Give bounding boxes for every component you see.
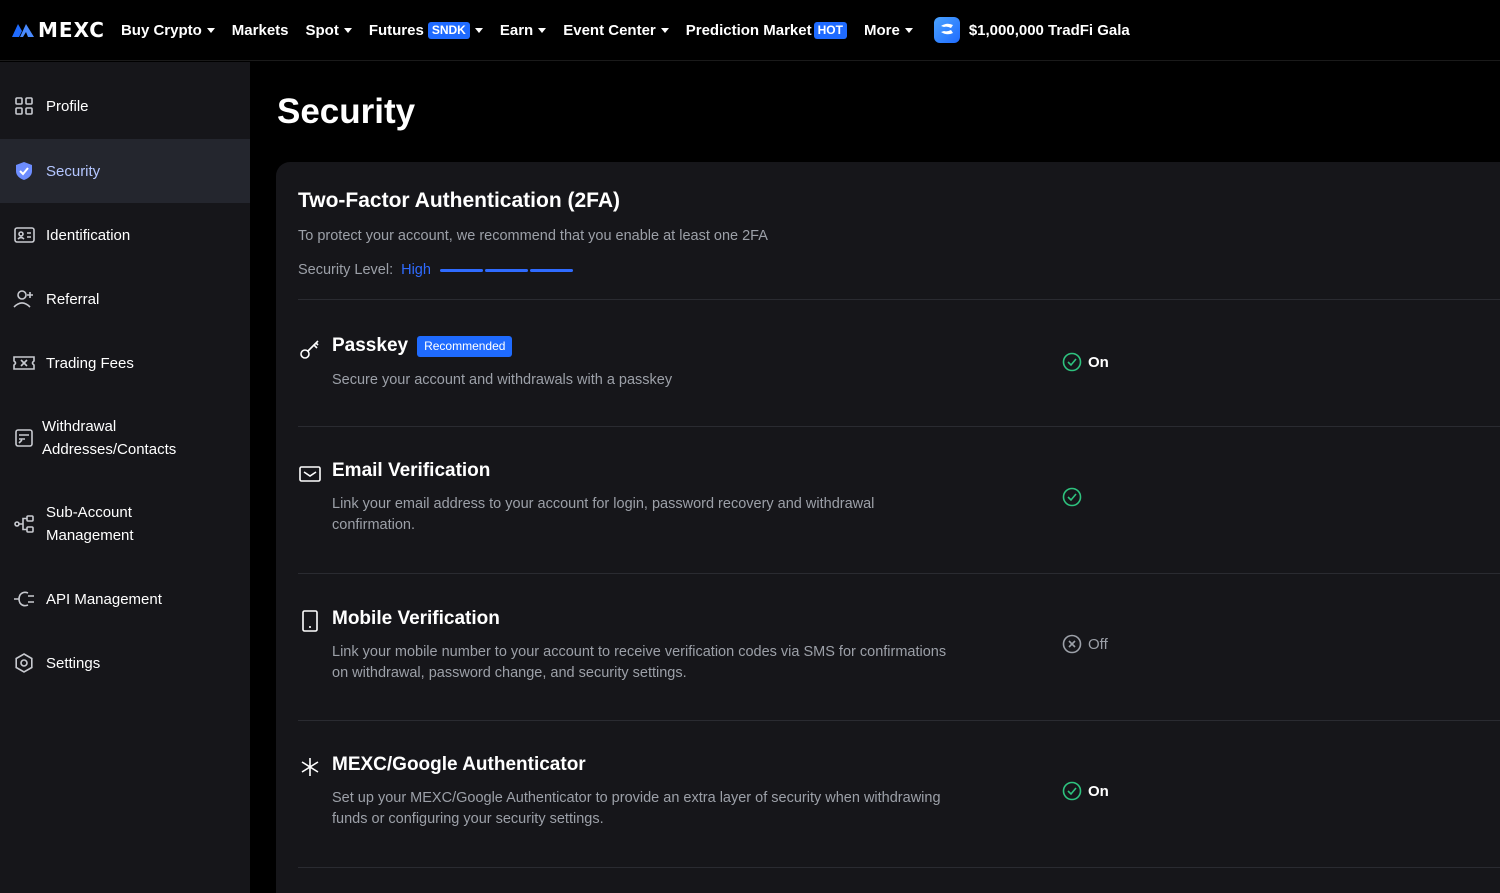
chevron-down-icon	[660, 27, 669, 33]
passkey-row[interactable]: Passkey Recommended Secure your account …	[298, 300, 1500, 426]
nav-buy-crypto[interactable]: Buy Crypto	[121, 22, 215, 39]
security-level: Security Level: High	[298, 262, 575, 278]
security-level-label: Security Level:	[298, 262, 394, 278]
hot-badge: HOT	[813, 21, 847, 39]
recommended-badge: Recommended	[417, 335, 513, 357]
sidebar-item-api-management[interactable]: API Management	[0, 567, 250, 631]
chevron-down-icon	[904, 27, 913, 33]
mexc-logo[interactable]: MEXC	[11, 18, 105, 42]
level-segment	[484, 268, 528, 272]
check-circle-icon	[1062, 352, 1082, 372]
page-title: Security	[277, 92, 416, 131]
twofa-card: Two-Factor Authentication (2FA) To prote…	[276, 162, 1500, 893]
mobile-verification-description: Link your mobile number to your account …	[332, 644, 947, 681]
security-level-value: High	[401, 262, 431, 278]
security-level-bar	[439, 268, 575, 272]
top-navigation: MEXC Buy Crypto Markets Spot Futures SND…	[0, 0, 1500, 61]
sidebar-item-profile[interactable]: Profile	[0, 74, 250, 138]
check-circle-icon	[1062, 781, 1082, 801]
level-segment	[529, 268, 573, 272]
chevron-down-icon	[474, 27, 483, 33]
mobile-icon	[298, 609, 322, 633]
nav-event-center[interactable]: Event Center	[563, 22, 669, 39]
email-verification-row[interactable]: Email Verification Link your email addre…	[298, 427, 1500, 573]
nav-markets[interactable]: Markets	[232, 22, 289, 39]
ticket-icon	[13, 352, 35, 374]
level-segment	[439, 268, 483, 272]
sub-account-icon	[13, 513, 35, 535]
user-plus-icon	[13, 288, 35, 310]
passkey-status: On	[1062, 352, 1109, 372]
futures-badge: SNDK	[427, 21, 470, 39]
twofa-title: Two-Factor Authentication (2FA)	[298, 189, 620, 212]
sidebar-item-sub-account[interactable]: Sub-Account Management	[0, 481, 250, 567]
authenticator-description: Set up your MEXC/Google Authenticator to…	[332, 790, 941, 827]
gear-icon	[13, 652, 35, 674]
twofa-subtitle: To protect your account, we recommend th…	[298, 228, 768, 244]
tradfi-gala-promo[interactable]: $1,000,000 TradFi Gala	[933, 17, 1130, 43]
x-circle-icon	[1062, 634, 1082, 654]
sidebar-item-security[interactable]: Security	[0, 139, 250, 203]
chevron-down-icon	[538, 27, 547, 33]
nav-prediction-market[interactable]: Prediction Market HOT	[686, 21, 847, 39]
shield-check-icon	[13, 160, 35, 182]
passkey-description: Secure your account and withdrawals with…	[332, 372, 673, 388]
sidebar-item-settings[interactable]: Settings	[0, 631, 250, 695]
email-icon	[298, 462, 322, 486]
authenticator-row[interactable]: MEXC/Google Authenticator Set up your ME…	[298, 721, 1500, 867]
nav-more[interactable]: More	[864, 22, 913, 39]
address-book-icon	[13, 427, 35, 449]
email-verification-title: Email Verification	[332, 460, 491, 481]
email-verification-status	[1062, 487, 1088, 507]
sidebar-item-identification[interactable]: Identification	[0, 203, 250, 267]
email-verification-description: Link your email address to your account …	[332, 496, 875, 533]
asterisk-icon	[298, 755, 322, 779]
mobile-verification-title: Mobile Verification	[332, 608, 500, 629]
sidebar: Profile Security Identification Referral…	[0, 62, 250, 893]
mexc-logo-text: MEXC	[38, 18, 105, 42]
divider	[298, 867, 1500, 868]
mobile-verification-status: Off	[1062, 634, 1108, 654]
grid-icon	[13, 95, 35, 117]
mexc-logo-icon	[12, 24, 34, 37]
nav-futures[interactable]: Futures SNDK	[369, 21, 483, 39]
sidebar-item-referral[interactable]: Referral	[0, 267, 250, 331]
authenticator-status: On	[1062, 781, 1109, 801]
chevron-down-icon	[343, 27, 352, 33]
passkey-title: Passkey	[332, 335, 409, 356]
gala-app-icon	[933, 17, 960, 43]
mobile-verification-row[interactable]: Mobile Verification Link your mobile num…	[298, 574, 1500, 720]
id-card-icon	[13, 224, 35, 246]
sidebar-item-trading-fees[interactable]: Trading Fees	[0, 331, 250, 395]
nav-spot[interactable]: Spot	[306, 22, 352, 39]
sidebar-item-withdrawal-addresses[interactable]: Withdrawal Addresses/Contacts	[0, 395, 250, 481]
chevron-down-icon	[206, 27, 215, 33]
authenticator-title: MEXC/Google Authenticator	[332, 754, 586, 775]
check-circle-icon	[1062, 487, 1082, 507]
nav-earn[interactable]: Earn	[500, 22, 547, 39]
api-icon	[13, 588, 35, 610]
key-icon	[298, 337, 322, 361]
